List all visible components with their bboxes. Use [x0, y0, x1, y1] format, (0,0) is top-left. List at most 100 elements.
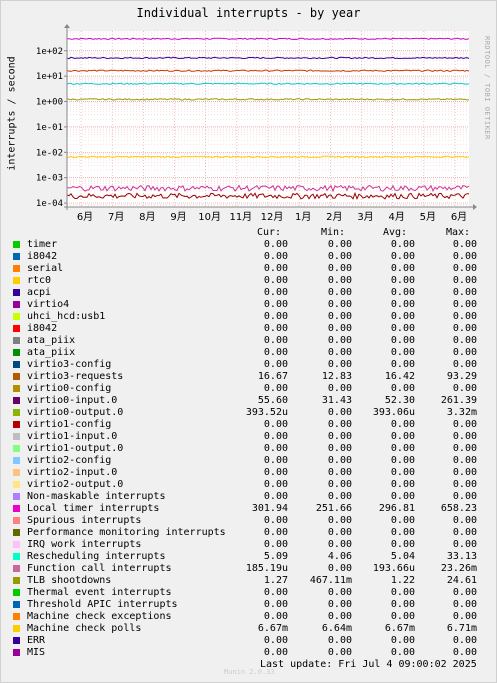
legend-cur: 16.67	[257, 371, 288, 382]
legend-row: Threshold APIC interrupts 0.00 0.00 0.00 0.0…	[12, 599, 492, 611]
legend-name: Rescheduling interrupts	[27, 551, 166, 562]
legend-name: Function call interrupts	[27, 563, 172, 574]
legend-max: 0.00	[452, 479, 477, 490]
legend-cur: 0.00	[263, 635, 288, 646]
legend-avg: 0.00	[390, 275, 415, 286]
legend-avg: 6.67m	[384, 623, 415, 634]
legend-swatch	[13, 457, 20, 464]
legend-max: 0.00	[452, 539, 477, 550]
legend-min: 6.64m	[321, 623, 352, 634]
legend-name: Local timer interrupts	[27, 503, 160, 514]
legend-cur: 0.00	[263, 359, 288, 370]
legend-swatch	[13, 265, 20, 272]
legend-row: Non-maskable interrupts 0.00 0.00 0.00 0.00	[12, 491, 492, 503]
legend-max: 3.32m	[446, 407, 477, 418]
legend-cur: 0.00	[263, 383, 288, 394]
x-tick-label: 1月	[295, 211, 311, 223]
legend-name: Spurious interrupts	[27, 515, 142, 526]
legend-row: rtc0 0.00 0.00 0.00 0.00	[12, 275, 492, 287]
legend-row: TLB shootdowns 1.27 467.11m 1.22 24.61	[12, 575, 492, 587]
legend-cur: 0.00	[263, 479, 288, 490]
legend-min: 0.00	[327, 419, 352, 430]
x-tick-label: 7月	[108, 211, 124, 223]
legend-row: ata_piix 0.00 0.00 0.00 0.00	[12, 347, 492, 359]
legend-row: ata_piix 0.00 0.00 0.00 0.00	[12, 335, 492, 347]
legend-swatch	[13, 337, 20, 344]
legend-row: Machine check polls 6.67m 6.64m 6.67m 6.71m	[12, 623, 492, 635]
legend-cur: 0.00	[263, 335, 288, 346]
chart-svg: 1e+02 1e+01 1e+00 1e-01 1e-02 1e-03 1e-04 6月 7月 8…	[36, 24, 477, 223]
legend-swatch	[13, 553, 20, 560]
legend-cur: 0.00	[263, 275, 288, 286]
legend-name: timer	[27, 239, 58, 250]
legend-cur: 55.60	[257, 395, 288, 406]
header-min: Min:	[321, 227, 346, 238]
legend-avg: 0.00	[390, 323, 415, 334]
legend-row: i8042 0.00 0.00 0.00 0.00	[12, 323, 492, 335]
legend-cur: 0.00	[263, 263, 288, 274]
legend-swatch	[13, 313, 20, 320]
x-tick-label: 11月	[229, 211, 252, 223]
legend-row: serial 0.00 0.00 0.00 0.00	[12, 263, 492, 275]
legend-swatch	[13, 577, 20, 584]
legend-swatch	[13, 541, 20, 548]
legend-avg: 0.00	[390, 479, 415, 490]
legend-swatch	[13, 445, 20, 452]
legend-cur: 0.00	[263, 251, 288, 262]
legend-avg: 0.00	[390, 299, 415, 310]
y-axis-arrow	[64, 24, 70, 28]
legend-cur: 0.00	[263, 539, 288, 550]
legend-row: virtio0-output.0 393.52u 0.00 393.06u 3.32m	[12, 407, 492, 419]
legend-name: Machine check exceptions	[27, 611, 172, 622]
legend-swatch	[13, 397, 20, 404]
legend-min: 0.00	[327, 515, 352, 526]
legend-name: virtio1-output.0	[27, 443, 124, 454]
legend-max: 0.00	[452, 311, 477, 322]
legend-avg: 0.00	[390, 431, 415, 442]
legend-row: Machine check exceptions 0.00 0.00 0.00 0.00	[12, 611, 492, 623]
legend-swatch	[13, 529, 20, 536]
header-max: Max:	[446, 227, 471, 238]
legend-row: virtio0-config 0.00 0.00 0.00 0.00	[12, 383, 492, 395]
legend-row: timer 0.00 0.00 0.00 0.00	[12, 239, 492, 251]
legend-min: 0.00	[327, 443, 352, 454]
legend-row: Spurious interrupts 0.00 0.00 0.00 0.00	[12, 515, 492, 527]
legend-row: IRQ work interrupts 0.00 0.00 0.00 0.00	[12, 539, 492, 551]
legend-row: virtio2-config 0.00 0.00 0.00 0.00	[12, 455, 492, 467]
legend-max: 0.00	[452, 383, 477, 394]
legend-swatch	[13, 625, 20, 632]
legend-cur: 0.00	[263, 455, 288, 466]
legend-max: 23.26m	[440, 563, 477, 574]
legend-row: acpi 0.00 0.00 0.00 0.00	[12, 287, 492, 299]
legend-row: virtio3-requests 16.67 12.83 16.42 93.29	[12, 371, 492, 383]
legend-row: uhci_hcd:usb1 0.00 0.00 0.00 0.00	[12, 311, 492, 323]
legend-max: 0.00	[452, 611, 477, 622]
x-tick-label: 6月	[77, 211, 93, 223]
legend-swatch	[13, 373, 20, 380]
legend-cur: 0.00	[263, 611, 288, 622]
legend-min: 0.00	[327, 263, 352, 274]
legend-min: 0.00	[327, 287, 352, 298]
legend-max: 0.00	[452, 323, 477, 334]
legend-max: 0.00	[452, 515, 477, 526]
legend-min: 0.00	[327, 611, 352, 622]
x-tick-label: 6月	[451, 211, 467, 223]
legend-name: i8042	[27, 323, 58, 334]
legend-min: 0.00	[327, 407, 352, 418]
legend-avg: 0.00	[390, 287, 415, 298]
legend-name: ERR	[27, 635, 46, 646]
legend-min: 0.00	[327, 563, 352, 574]
legend-avg: 52.30	[384, 395, 415, 406]
legend-cur: 0.00	[263, 467, 288, 478]
legend-avg: 0.00	[390, 491, 415, 502]
legend-min: 251.66	[315, 503, 352, 514]
legend-avg: 0.00	[390, 383, 415, 394]
x-tick-label: 3月	[357, 211, 373, 223]
legend-avg: 0.00	[390, 467, 415, 478]
legend-cur: 0.00	[263, 347, 288, 358]
legend-name: virtio2-input.0	[27, 467, 118, 478]
legend-cur: 1.27	[263, 575, 288, 586]
legend-cur: 0.00	[263, 323, 288, 334]
legend-swatch	[13, 361, 20, 368]
legend-swatch	[13, 481, 20, 488]
